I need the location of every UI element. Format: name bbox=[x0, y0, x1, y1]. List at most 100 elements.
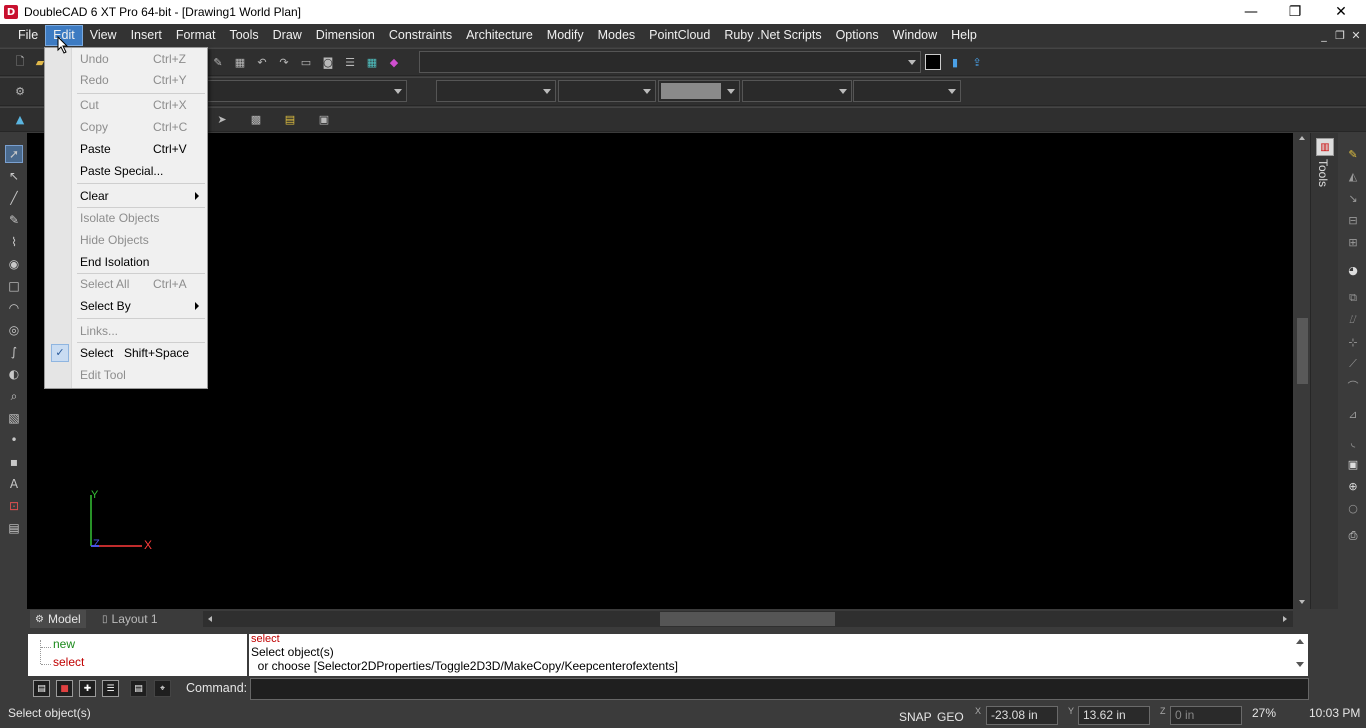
menu-window[interactable]: Window bbox=[886, 25, 944, 46]
history-scroll-down-icon[interactable] bbox=[1296, 662, 1304, 667]
record-icon[interactable]: ■ bbox=[56, 680, 73, 697]
menu-item-select-all[interactable]: Select All Ctrl+A bbox=[46, 274, 207, 294]
list-icon[interactable]: ☰ bbox=[102, 680, 119, 697]
menu-file[interactable]: File bbox=[11, 25, 45, 46]
rotate-icon[interactable]: ◕ bbox=[1345, 262, 1361, 278]
menu-item-select[interactable]: ✓ Select Shift+Space bbox=[46, 343, 207, 363]
explode-icon[interactable]: ⊕ bbox=[1345, 478, 1361, 494]
scroll-down-icon[interactable] bbox=[1299, 600, 1305, 604]
arc-icon[interactable]: ◠ bbox=[5, 299, 23, 317]
history-scroll-up-icon[interactable] bbox=[1296, 639, 1304, 644]
menu-modify[interactable]: Modify bbox=[540, 25, 591, 46]
menu-item-isolate-objects[interactable]: Isolate Objects bbox=[46, 208, 207, 228]
pattern-icon[interactable]: ▩ bbox=[248, 111, 264, 127]
zoom-level[interactable]: 27% bbox=[1252, 706, 1276, 720]
lineweight-combo[interactable] bbox=[658, 80, 740, 102]
book-icon[interactable]: ▮ bbox=[947, 54, 963, 70]
command-tree-toggle-icon[interactable]: ▤ bbox=[33, 680, 50, 697]
group-icon[interactable]: ▣ bbox=[1345, 456, 1361, 472]
mirror-icon[interactable]: ◭ bbox=[1345, 168, 1361, 184]
arrow-right-icon[interactable]: ➤ bbox=[214, 111, 230, 127]
restore-button[interactable]: ❐ bbox=[1272, 0, 1318, 24]
snap-toggle[interactable]: SNAP bbox=[899, 710, 932, 724]
camera-icon[interactable]: ◙ bbox=[320, 54, 336, 70]
circle-icon[interactable]: ◉ bbox=[5, 255, 23, 273]
menu-dimension[interactable]: Dimension bbox=[309, 25, 382, 46]
eraser-icon[interactable]: ◆ bbox=[386, 54, 402, 70]
tools-panel-tab[interactable]: ▥ Tools bbox=[1310, 133, 1338, 609]
circle-outline-icon[interactable]: ○ bbox=[1345, 500, 1361, 516]
menu-help[interactable]: Help bbox=[944, 25, 984, 46]
offset-icon[interactable]: ⊿ bbox=[1345, 406, 1361, 422]
redo-icon[interactable]: ↷ bbox=[276, 54, 292, 70]
command-input[interactable] bbox=[250, 678, 1309, 700]
select-pointer-icon[interactable]: ➚ bbox=[5, 145, 23, 163]
menu-modes[interactable]: Modes bbox=[591, 25, 643, 46]
array-icon[interactable]: ⊞ bbox=[1345, 234, 1361, 250]
spline-icon[interactable]: ∫ bbox=[5, 343, 23, 361]
menu-item-cut[interactable]: Cut Ctrl+X bbox=[46, 95, 207, 115]
menu-item-paste-special[interactable]: Paste Special... bbox=[46, 161, 207, 181]
horizontal-scroll-thumb[interactable] bbox=[660, 612, 835, 626]
grid-icon[interactable]: ▦ bbox=[232, 54, 248, 70]
command-tree-item[interactable]: select bbox=[53, 655, 84, 669]
calculator-icon[interactable]: ▦ bbox=[364, 54, 380, 70]
share-icon[interactable]: ⇪ bbox=[969, 54, 985, 70]
line-icon[interactable]: ╱ bbox=[5, 189, 23, 207]
menu-pointcloud[interactable]: PointCloud bbox=[642, 25, 717, 46]
menu-tools[interactable]: Tools bbox=[222, 25, 265, 46]
menu-format[interactable]: Format bbox=[169, 25, 223, 46]
settings-gear-icon[interactable]: ⚙ bbox=[12, 83, 28, 99]
undo-icon[interactable]: ↶ bbox=[254, 54, 270, 70]
table-icon[interactable]: ☰ bbox=[342, 54, 358, 70]
stretch-icon[interactable]: ↘ bbox=[1345, 190, 1361, 206]
point-icon[interactable]: • bbox=[5, 431, 23, 449]
dimension-icon[interactable]: ⊡ bbox=[5, 497, 23, 515]
folder-move-icon[interactable]: ▤ bbox=[282, 111, 298, 127]
vertical-scroll-thumb[interactable] bbox=[1297, 318, 1308, 384]
menu-item-links[interactable]: Links... bbox=[46, 321, 207, 341]
y-coordinate-field[interactable]: 13.62 in bbox=[1078, 706, 1150, 725]
scroll-right-icon[interactable] bbox=[1283, 616, 1287, 622]
brush-icon[interactable]: ✎ bbox=[210, 54, 226, 70]
table-tool-icon[interactable]: ▤ bbox=[5, 519, 23, 537]
menu-item-copy[interactable]: Copy Ctrl+C bbox=[46, 117, 207, 137]
menu-view[interactable]: View bbox=[83, 25, 124, 46]
text-icon[interactable]: A bbox=[5, 475, 23, 493]
text-window-icon[interactable]: ▤ bbox=[130, 680, 147, 697]
tab-model[interactable]: ⚙ Model bbox=[30, 610, 86, 628]
geo-toggle[interactable]: GEO bbox=[937, 710, 964, 724]
scale-icon[interactable]: ⊟ bbox=[1345, 212, 1361, 228]
hatch-icon[interactable]: ▧ bbox=[5, 409, 23, 427]
ellipse-icon[interactable]: ◎ bbox=[5, 321, 23, 339]
menu-item-paste[interactable]: Paste Ctrl+V bbox=[46, 139, 207, 159]
pencil-icon[interactable]: ✎ bbox=[5, 211, 23, 229]
menu-options[interactable]: Options bbox=[829, 25, 886, 46]
drawing-canvas[interactable]: X Y Z bbox=[27, 133, 1293, 609]
tools-panel-icon[interactable]: ▥ bbox=[1316, 138, 1334, 156]
close-button[interactable]: ✕ bbox=[1318, 0, 1364, 24]
block-icon[interactable]: ▪ bbox=[5, 453, 23, 471]
polyline-icon[interactable]: ⌇ bbox=[5, 233, 23, 251]
menu-insert[interactable]: Insert bbox=[124, 25, 169, 46]
edit-tool-icon[interactable]: ↖ bbox=[5, 167, 23, 185]
menu-item-end-isolation[interactable]: End Isolation bbox=[46, 252, 207, 272]
x-coordinate-field[interactable]: -23.08 in bbox=[986, 706, 1058, 725]
crosshair-icon[interactable]: ⌖ bbox=[154, 680, 171, 697]
menu-item-clear[interactable]: Clear bbox=[46, 186, 207, 206]
scroll-left-icon[interactable] bbox=[208, 616, 212, 622]
menu-constraints[interactable]: Constraints bbox=[382, 25, 459, 46]
highlighter-icon[interactable]: ✎ bbox=[1345, 146, 1361, 162]
tab-layout-1[interactable]: ▯ Layout 1 bbox=[97, 610, 163, 628]
chamfer-icon[interactable]: ◟ bbox=[1345, 434, 1361, 450]
minimize-button[interactable]: — bbox=[1228, 0, 1274, 24]
print-icon[interactable]: ⎙ bbox=[1345, 528, 1361, 544]
menu-item-hide-objects[interactable]: Hide Objects bbox=[46, 230, 207, 250]
print-style-combo[interactable] bbox=[742, 80, 852, 102]
menu-item-edit-tool[interactable]: Edit Tool bbox=[46, 365, 207, 385]
window-icon[interactable]: ▣ bbox=[316, 111, 332, 127]
command-tree-item[interactable]: new bbox=[53, 637, 75, 651]
scroll-up-icon[interactable] bbox=[1299, 136, 1305, 140]
copy-icon[interactable]: ⧉ bbox=[1345, 290, 1361, 306]
menu-architecture[interactable]: Architecture bbox=[459, 25, 540, 46]
